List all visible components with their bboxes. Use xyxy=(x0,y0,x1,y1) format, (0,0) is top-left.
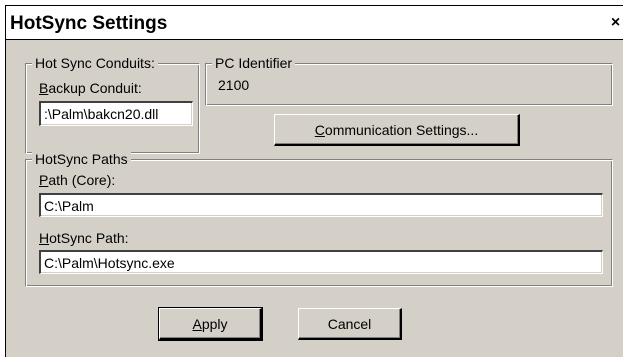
pc-identifier-group: PC Identifier 2100 xyxy=(205,55,613,106)
core-path-input[interactable] xyxy=(39,193,603,217)
cancel-button[interactable]: Cancel xyxy=(298,308,402,340)
backup-conduit-input[interactable] xyxy=(39,101,193,126)
close-icon[interactable]: × xyxy=(608,15,623,31)
window-title: HotSync Settings xyxy=(10,13,168,34)
conduits-legend: Hot Sync Conduits: xyxy=(32,55,158,71)
hotsync-settings-dialog: HotSync Settings × Hot Sync Conduits: Ba… xyxy=(5,5,623,357)
hotsync-path-label: HotSync Path: xyxy=(39,230,129,246)
hotsync-paths-legend: HotSync Paths xyxy=(32,151,131,167)
pc-identifier-value: 2100 xyxy=(218,77,250,93)
hotsync-paths-group: HotSync Paths Path (Core): HotSync Path: xyxy=(25,151,613,287)
conduits-group: Hot Sync Conduits: Backup Conduit: xyxy=(25,55,200,154)
core-path-label: Path (Core): xyxy=(39,172,116,188)
pc-identifier-legend: PC Identifier xyxy=(212,55,296,71)
hotsync-path-input[interactable] xyxy=(39,250,603,274)
apply-button[interactable]: Apply xyxy=(158,307,263,341)
communication-settings-button[interactable]: Communication Settings... xyxy=(274,114,520,146)
title-bar: HotSync Settings × xyxy=(6,6,623,40)
backup-conduit-label: Backup Conduit: xyxy=(39,80,142,96)
